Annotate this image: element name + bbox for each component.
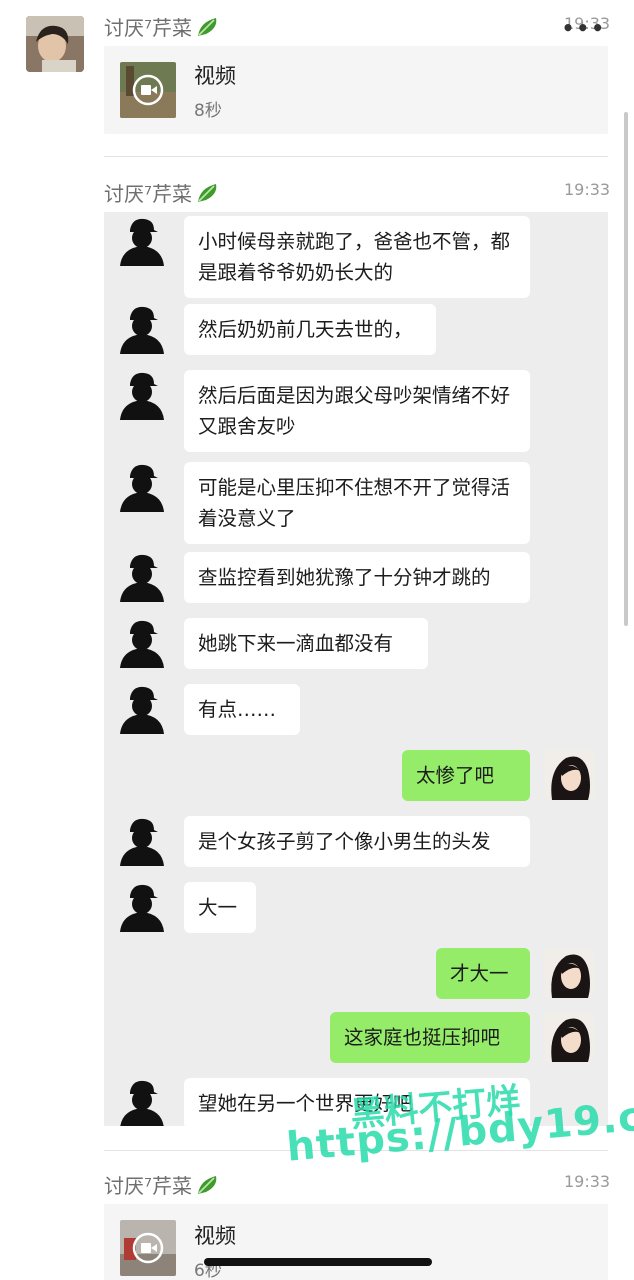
video-title: 视频	[194, 64, 236, 88]
message-bubble-received: 小时候母亲就跑了，爸爸也不管，都是跟着爷爷奶奶长大的	[184, 216, 530, 298]
chat-screenshot-image[interactable]: 小时候母亲就跑了，爸爸也不管，都是跟着爷爷奶奶长大的然后奶奶前几天去世的， 然后后…	[104, 212, 608, 1126]
home-indicator[interactable]	[204, 1258, 432, 1266]
sender-avatar-icon	[118, 304, 166, 354]
sender-avatar-icon	[118, 882, 166, 932]
video-duration: 8秒	[194, 101, 222, 121]
message-bubble-received: 大一	[184, 882, 256, 933]
post-username[interactable]: 讨厌⁷芹菜	[104, 178, 220, 207]
sender-avatar-icon	[118, 462, 166, 512]
message-bubble-received: 查监控看到她犹豫了十分钟才跳的	[184, 552, 530, 603]
video-card[interactable]: 视频 8秒	[104, 46, 608, 134]
post-divider	[104, 156, 608, 157]
video-thumbnail[interactable]	[120, 62, 176, 118]
celery-emoji-icon	[196, 1174, 220, 1196]
celery-emoji-icon	[196, 182, 220, 204]
message-bubble-received: 可能是心里压抑不住想不开了觉得活着没意义了	[184, 462, 530, 544]
scrollbar[interactable]	[624, 112, 628, 626]
message-bubble-sent: 太惨了吧	[402, 750, 530, 801]
video-card[interactable]: 视频 6秒	[104, 1204, 608, 1280]
video-thumbnail[interactable]	[120, 1220, 176, 1276]
sender-avatar-icon	[118, 618, 166, 668]
message-bubble-received: 有点……	[184, 684, 300, 735]
message-bubble-sent: 才大一	[436, 948, 530, 999]
video-title: 视频	[194, 1224, 236, 1248]
message-bubble-received: 然后奶奶前几天去世的，	[184, 304, 436, 355]
sender-avatar-icon	[118, 816, 166, 866]
user-avatar[interactable]	[26, 16, 84, 72]
username-text[interactable]: 讨厌⁷芹菜	[104, 1170, 192, 1199]
sender-avatar-icon	[118, 552, 166, 602]
username-text[interactable]: 讨厌⁷芹菜	[104, 178, 192, 207]
message-bubble-sent: 这家庭也挺压抑吧	[330, 1012, 530, 1063]
post-time: 19:33	[564, 1172, 611, 1191]
message-bubble-received: 是个女孩子剪了个像小男生的头发	[184, 816, 530, 867]
sender-avatar-icon	[118, 684, 166, 734]
self-avatar-icon	[544, 1012, 594, 1062]
more-options-icon[interactable]: •••	[562, 16, 606, 40]
post-time: 19:33	[564, 180, 611, 199]
sender-avatar-icon	[118, 216, 166, 266]
username-text[interactable]: 讨厌⁷芹菜	[104, 12, 192, 41]
message-bubble-received: 然后后面是因为跟父母吵架情绪不好又跟舍友吵	[184, 370, 530, 452]
moments-feed: 讨厌⁷芹菜 19:33 ••• 视频 8秒 讨厌⁷芹菜 19:33 小时候母亲就…	[0, 0, 634, 1280]
self-avatar-icon	[544, 750, 594, 800]
message-bubble-received: 她跳下来一滴血都没有	[184, 618, 428, 669]
celery-emoji-icon	[196, 16, 220, 38]
sender-avatar-icon	[118, 370, 166, 420]
sender-avatar-icon	[118, 1078, 166, 1126]
self-avatar-icon	[544, 948, 594, 998]
post-username[interactable]: 讨厌⁷芹菜	[104, 1170, 220, 1199]
post-username[interactable]: 讨厌⁷芹菜	[104, 12, 220, 41]
